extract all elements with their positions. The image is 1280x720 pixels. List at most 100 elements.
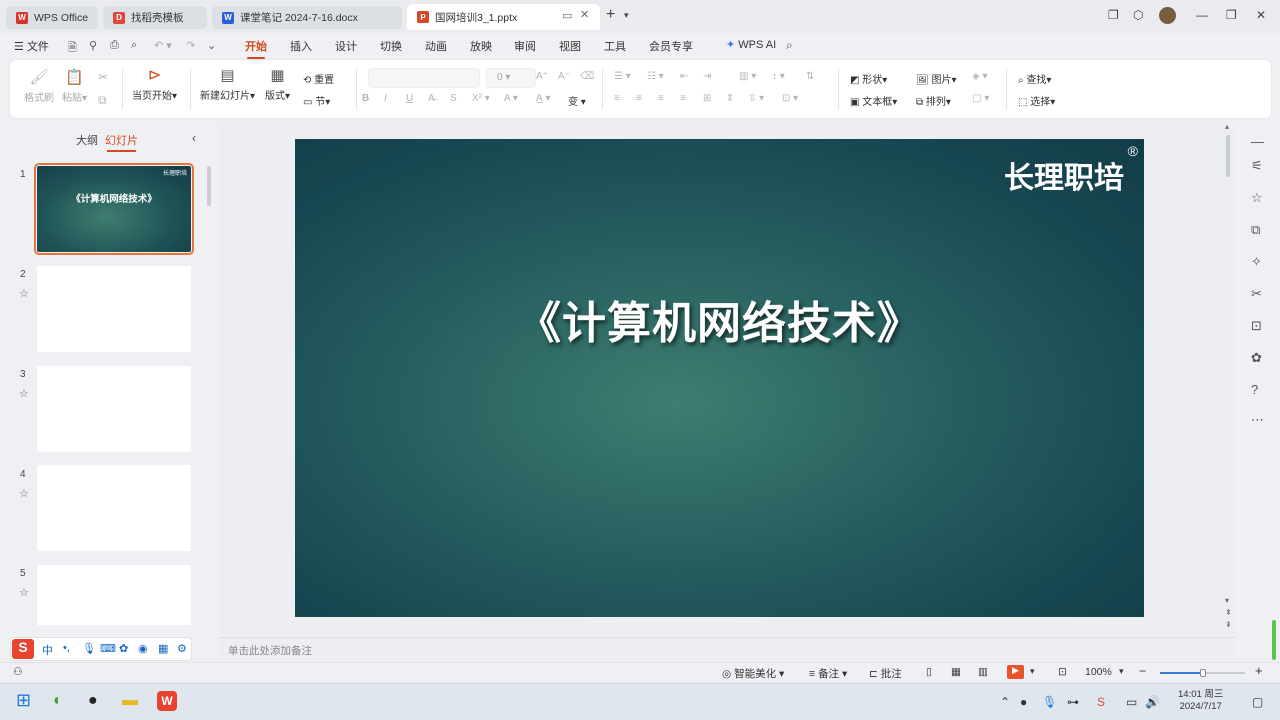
comments-button[interactable]: ⊏ 批注 [869, 666, 902, 681]
justify-icon[interactable]: ≡ [680, 93, 686, 104]
numbered-list-icon[interactable]: ☷ ▾ [647, 71, 664, 82]
notes-button[interactable]: ≡ 备注 ▾ [809, 666, 847, 681]
file-menu[interactable]: ☰ 文件 [14, 38, 49, 54]
cube-icon[interactable]: ⬡ [1133, 8, 1143, 22]
punctuation-icon[interactable]: •, [63, 642, 70, 654]
chevron-down-icon[interactable]: ▾ [1030, 666, 1035, 677]
section-button[interactable]: ▭ 节▾ [303, 93, 330, 108]
help-icon[interactable]: ? [1251, 382, 1258, 397]
mic-icon[interactable]: 🎙 [1042, 695, 1057, 709]
menu-design[interactable]: 设计 [335, 38, 357, 54]
reading-view-icon[interactable]: ▥ [978, 666, 988, 678]
avatar[interactable] [1159, 7, 1176, 24]
arrange-button[interactable]: ⧉ 排列▾ [916, 93, 951, 108]
new-slide-button[interactable]: ▤ 新建幻灯片▾ [200, 68, 255, 103]
sliders-icon[interactable]: ⚟ [1251, 158, 1263, 174]
menu-insert[interactable]: 插入 [290, 38, 312, 54]
star-icon[interactable]: ☆ [19, 487, 29, 500]
columns-icon[interactable]: ▥ ▾ [739, 71, 756, 82]
undo-icon[interactable]: ↶ ▾ [154, 39, 172, 52]
font-size-select[interactable]: 0 ▾ [486, 68, 536, 88]
slide-thumbnail-3[interactable] [37, 366, 191, 452]
underline-icon[interactable]: U [406, 93, 413, 104]
save-icon[interactable]: 🗎 [68, 39, 77, 58]
chevron-down-icon[interactable]: ▾ [624, 10, 629, 21]
find-button[interactable]: ⌕ 查找▾ [1018, 71, 1051, 86]
notification-icon[interactable]: ▢ [1252, 695, 1263, 709]
animation-icon[interactable]: ✧ [1251, 254, 1262, 270]
prev-slide-icon[interactable]: ⇞ [1225, 608, 1232, 617]
windows-start-icon[interactable]: ⊞ [16, 690, 31, 711]
decrease-font-icon[interactable]: A⁻ [558, 71, 570, 82]
print-icon[interactable]: ⎙ [110, 39, 119, 52]
increase-font-icon[interactable]: A⁺ [536, 71, 548, 82]
align-center-icon[interactable]: ≡ [636, 93, 642, 104]
fit-window-icon[interactable]: ⊡ [1058, 666, 1067, 678]
wps-ai-button[interactable]: ✦ WPS AI [726, 38, 776, 51]
more-chevron-icon[interactable]: ⌄ [207, 39, 216, 52]
slide-thumbnail-1[interactable]: 长理职培 《计算机网络技术》 [34, 163, 194, 255]
tray-app-icon[interactable]: ● [1020, 695, 1027, 709]
redo-icon[interactable]: ↷ [186, 39, 195, 52]
tab-wps-office[interactable]: W WPS Office [6, 6, 98, 29]
collapse-panel-icon[interactable]: ‹ [192, 131, 196, 145]
tray-expand-icon[interactable]: ⌃ [1000, 695, 1010, 709]
more-icon[interactable]: ⋯ [1251, 412, 1264, 428]
star-outline-icon[interactable]: ☆ [1251, 190, 1263, 206]
text-direction-icon[interactable]: ⇅ [806, 71, 814, 82]
volume-icon[interactable]: 🔊 [1145, 695, 1160, 709]
accessibility-icon[interactable]: ⚇ [13, 666, 22, 678]
highlight-icon[interactable]: A̲ ▾ [536, 93, 550, 104]
slide-title[interactable]: 《计算机网络技术》 [295, 287, 1144, 351]
mic-icon[interactable]: 🎙 [82, 642, 96, 655]
sogou-tray-icon[interactable]: S [1097, 695, 1105, 709]
menu-home[interactable]: 开始 [245, 38, 267, 59]
magic-icon[interactable]: ✿ [1251, 350, 1262, 366]
scroll-up-icon[interactable]: ▴ [1225, 122, 1229, 131]
clear-format-icon[interactable]: ⌫ [580, 71, 594, 82]
play-from-current-button[interactable]: ⊳ 当页开始▾ [132, 68, 177, 103]
minimize-icon[interactable]: — [1196, 8, 1208, 22]
tools-icon[interactable]: ✂ [1251, 286, 1262, 302]
tab-outline[interactable]: 大纲 [76, 132, 98, 148]
browser-icon[interactable]: ◐ [53, 692, 63, 710]
slide-canvas[interactable]: 长理职培 ® 《计算机网络技术》 [295, 139, 1144, 617]
zoom-in-icon[interactable]: + [1255, 663, 1263, 678]
zoom-slider-thumb[interactable] [1200, 669, 1206, 677]
outdent-icon[interactable]: ⇤ [680, 71, 688, 82]
copy-icon[interactable]: ⧉ [1251, 222, 1260, 238]
link-icon[interactable]: ⚲ [89, 39, 97, 52]
star-icon[interactable]: ☆ [19, 287, 29, 300]
align-right-icon[interactable]: ≡ [658, 93, 664, 104]
format-painter-button[interactable]: 🖌 格式刷 [24, 70, 54, 105]
star-icon[interactable]: ☆ [19, 387, 29, 400]
paragraph-spacing-icon[interactable]: ⇳ ▾ [748, 93, 764, 104]
minus-icon[interactable]: — [1251, 134, 1264, 149]
maximize-icon[interactable]: ❐ [1226, 8, 1237, 22]
font-color-icon[interactable]: A ▾ [504, 93, 518, 104]
slideshow-play-button[interactable]: ▶ [1007, 665, 1024, 679]
bold-icon[interactable]: B [362, 93, 369, 104]
line-spacing-icon[interactable]: ↕ ▾ [772, 71, 785, 82]
shape-button[interactable]: ◩ 形状▾ [850, 71, 887, 86]
reset-button[interactable]: ⟲ 重置 [303, 71, 334, 86]
skin-icon[interactable]: ✿ [119, 642, 128, 655]
next-slide-icon[interactable]: ⇟ [1225, 620, 1232, 629]
picture-button[interactable]: 🖼 图片▾ [916, 71, 957, 86]
tab-ppt-doc[interactable]: P 国网培训3_1.pptx ▭ ✕ [407, 4, 600, 30]
window-close-icon[interactable]: ✕ [1256, 8, 1266, 22]
beautify-button[interactable]: ◎ 智能美化 ▾ [722, 666, 784, 681]
window-icon[interactable]: ❐ [1108, 8, 1119, 22]
vertical-align-icon[interactable]: ⇕ [726, 93, 734, 104]
menu-member[interactable]: 会员专享 [649, 38, 693, 54]
display-icon[interactable]: ▭ [1126, 695, 1137, 709]
paste-button[interactable]: 📋 粘贴▾ [62, 70, 87, 105]
tab-slides[interactable]: 幻灯片 [105, 132, 138, 152]
panel-scrollbar[interactable] [207, 166, 211, 206]
layout-button[interactable]: ▦ 版式▾ [265, 68, 290, 103]
slide-thumbnail-2[interactable] [37, 266, 191, 352]
select-button[interactable]: ⬚ 选择▾ [1018, 93, 1055, 108]
canvas-scrollbar[interactable] [1226, 135, 1230, 177]
textbox-button[interactable]: ▣ 文本框▾ [850, 93, 897, 108]
game-icon[interactable]: ◉ [138, 642, 148, 655]
